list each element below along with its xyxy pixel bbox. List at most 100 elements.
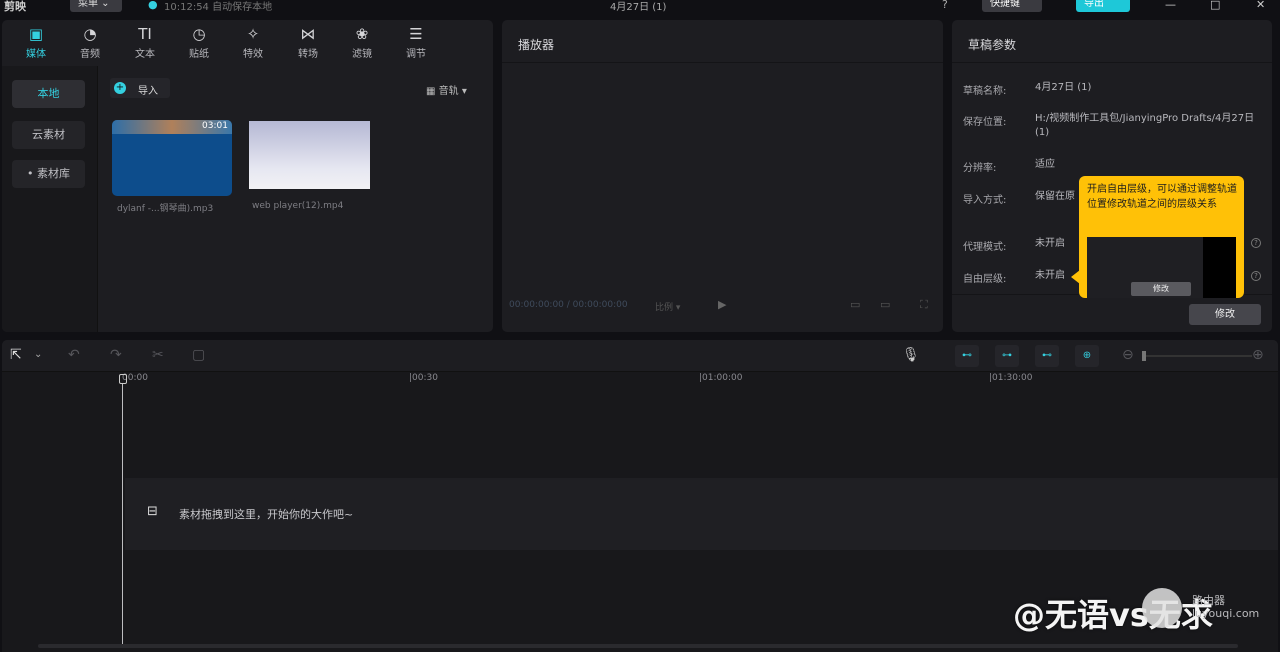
proxy-mode-label: 代理模式: [963,242,1007,253]
preview-axis-button[interactable]: ⊕ [1075,345,1099,367]
tab-label: 文本 [135,49,155,60]
tab-effects[interactable]: ✧ 特效 [231,22,275,66]
zoom-slider-handle[interactable] [1142,351,1146,361]
export-button[interactable]: 导出 [1076,0,1130,12]
ruler-label: |00:30 [409,373,438,383]
export-label: 导出 [1084,0,1104,9]
tooltip-preview: 修改 [1087,237,1205,298]
tab-filter[interactable]: ❀ 滤镜 [340,22,384,66]
ruler-label: |01:00:00 [699,373,743,383]
app-logo: 剪映 [4,0,26,13]
player-title: 播放器 [518,38,555,52]
tab-sticker[interactable]: ◷ 贴纸 [177,22,221,66]
split-icon[interactable]: ✂ [152,347,164,363]
snap-main-track-button[interactable]: ⊷ [955,345,979,367]
horizontal-scrollbar[interactable] [38,644,1238,648]
divider [952,62,1272,63]
tooltip-text: 开启自由层级，可以通过调整轨道位置修改轨道之间的层级关系 [1087,184,1237,210]
tab-label: 贴纸 [189,49,209,60]
menu-button[interactable]: 菜单 ⌄ [70,0,122,12]
watermark-logo [1142,588,1182,628]
video-clip-thumbnail[interactable] [249,121,370,189]
tab-transition[interactable]: ⋈ 转场 [286,22,330,66]
project-title: 4月27日 (1) [610,2,667,13]
ruler-label: |01:30:00 [989,373,1033,383]
fullscreen-icon[interactable]: ⛶ [920,298,928,312]
sort-label: 音轨 [438,86,459,97]
zoom-in-icon[interactable]: ⊕ [1252,347,1264,363]
delete-icon[interactable]: ▢ [192,347,205,363]
redo-icon[interactable]: ↷ [110,347,122,363]
tab-audio[interactable]: ◔ 音频 [68,22,112,66]
main-track-drop-zone[interactable]: ⊟ 素材拖拽到这里，开始你的大作吧~ [125,478,1278,550]
shortcut-button[interactable]: 快捷键 [982,0,1042,12]
clip-name: web player(12).mp4 [252,201,344,211]
chevron-down-icon[interactable]: ⌄ [34,347,42,363]
drop-hint: 素材拖拽到这里，开始你的大作吧~ [179,508,354,521]
autosave-status: 10:12:54 自动保存本地 [164,2,273,13]
player-panel: 播放器 00:00:00:00 / 00:00:00:00 比例 ▾ ▶ ▭ ▭… [502,20,943,332]
microphone-icon[interactable]: 🎙 [902,347,920,363]
timecode: 00:00:00:00 / 00:00:00:00 [509,300,628,310]
timeline-toolbar: ⇱ ⌄ ↶ ↷ ✂ ▢ 🎙 ⊷ ⊶ ⊷ ⊕ ⊖ ⊕ [2,340,1278,372]
tab-label: 媒体 [26,49,46,60]
tab-media[interactable]: ▣ 媒体 [14,22,58,66]
ratio-icon[interactable]: ▭ [880,298,890,311]
import-mode-label: 导入方式: [963,195,1007,206]
watermark-site: 路由器 luyouqi.com [1192,594,1259,620]
edit-button[interactable]: 修改 [1189,304,1261,325]
maximize-icon[interactable]: □ [1210,0,1220,11]
media-icon: ▣ [28,25,44,43]
clip-duration: 03:01 [202,121,228,131]
sidebar-item-library[interactable]: • 素材库 [12,160,85,188]
draft-name-value: 4月27日 (1) [1035,82,1092,93]
sidebar-item-local[interactable]: 本地 [12,80,85,108]
zoom-slider[interactable] [1142,351,1252,361]
watermark-site-line1: 路由器 [1192,594,1225,607]
save-location-label: 保存位置: [963,117,1007,128]
cloud-check-icon: ● [148,0,158,11]
play-icon[interactable]: ▶ [718,298,726,311]
adjust-icon: ☰ [409,25,423,43]
help-icon[interactable]: ? [942,0,948,11]
text-icon: TI [138,25,152,43]
chart-icon[interactable]: ▭ [850,298,860,311]
minimize-icon[interactable]: — [1165,0,1176,11]
sidebar-item-cloud[interactable]: 云素材 [12,121,85,149]
audio-icon: ◔ [83,25,97,43]
plus-icon: + [114,82,126,94]
shortcut-label: 快捷键 [990,0,1020,9]
import-label: 导入 [138,86,158,97]
clip-name: dylanf -...钢琴曲).mp3 [117,204,214,214]
playhead-handle[interactable] [119,374,127,384]
divider [502,62,943,63]
ratio-dropdown[interactable]: 比例 ▾ [655,300,680,313]
zoom-out-icon[interactable]: ⊖ [1122,347,1134,363]
import-button[interactable]: + 导入 [110,78,170,98]
undo-icon[interactable]: ↶ [68,347,80,363]
audio-clip-thumbnail[interactable]: 03:01 [112,120,232,196]
select-cursor-icon[interactable]: ⇱ [10,347,22,363]
help-icon[interactable]: ? [1251,271,1261,281]
media-panel: ▣ 媒体 ◔ 音频 TI 文本 ◷ 贴纸 ✧ 特效 ⋈ 转场 ❀ 滤镜 ☰ 调节 本地 云素材 … [2,20,493,332]
playhead-line[interactable] [122,384,123,646]
sticker-icon: ◷ [192,25,206,43]
snap-auto-button[interactable]: ⊶ [995,345,1019,367]
filter-icon: ❀ [355,25,369,43]
free-layer-label: 自由层级: [963,274,1007,285]
tab-label: 转场 [298,49,318,60]
link-button[interactable]: ⊷ [1035,345,1059,367]
tab-adjust[interactable]: ☰ 调节 [394,22,438,66]
grid-icon: ▦ [426,86,439,97]
close-icon[interactable]: ✕ [1256,0,1265,11]
tab-text[interactable]: TI 文本 [123,22,167,66]
film-icon: ⊟ [147,504,158,519]
help-icon[interactable]: ? [1251,238,1261,248]
watermark-text: @无语vs无求 [1013,596,1213,634]
sort-dropdown[interactable]: ▦ 音轨 ▾ [426,82,467,97]
save-location-value: H:/视频制作工具包/JianyingPro Drafts/4月27日 (1) [1035,113,1255,138]
ratio-label: 比例 [655,303,674,313]
tab-label: 调节 [406,49,426,60]
watermark-site-line2: luyouqi.com [1192,607,1260,620]
tooltip-preview-dark [1203,237,1236,298]
